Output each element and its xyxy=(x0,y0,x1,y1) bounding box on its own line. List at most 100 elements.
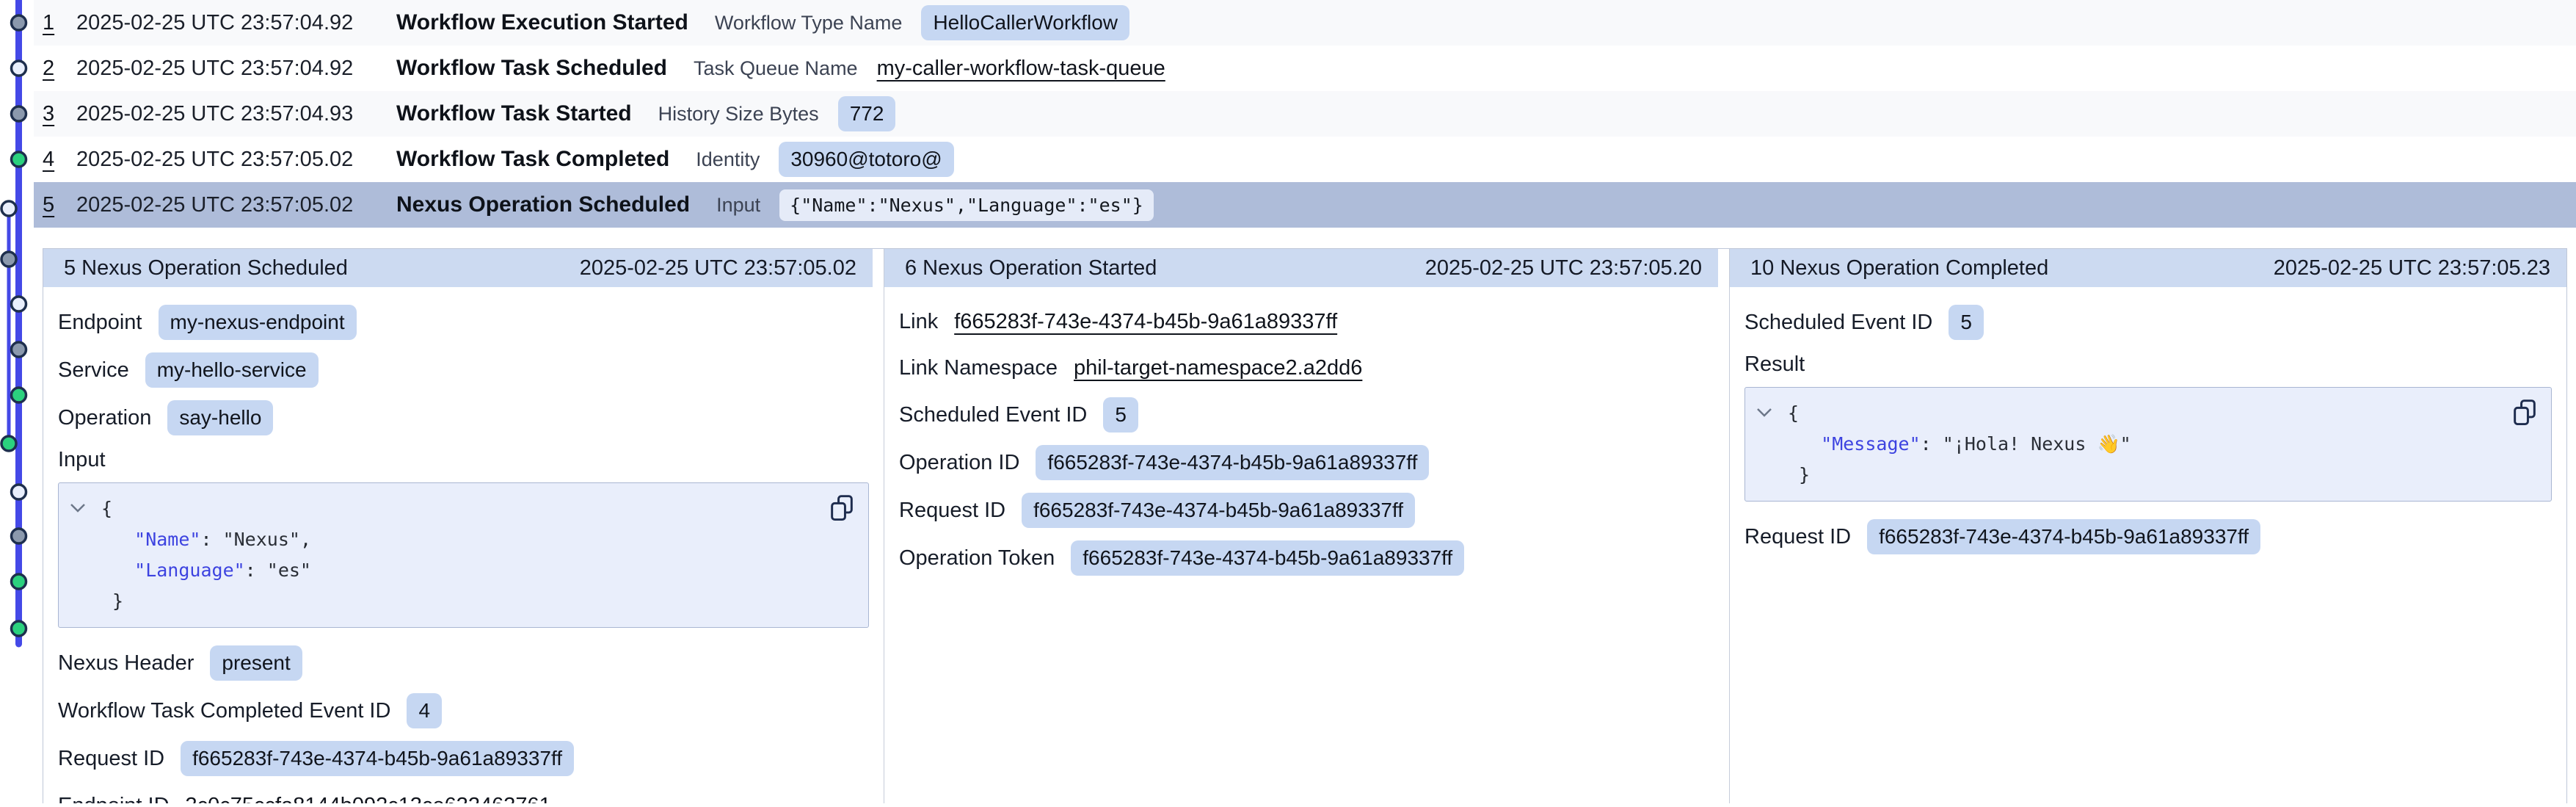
field-label: Nexus Header xyxy=(58,651,194,676)
task-queue-link[interactable]: my-caller-workflow-task-queue xyxy=(877,57,1165,81)
field-label: Operation Token xyxy=(899,546,1055,571)
field-wft-completed-event-id: Workflow Task Completed Event ID 4 xyxy=(58,693,869,728)
field-label: Scheduled Event ID xyxy=(899,403,1087,427)
field-value-badge: f665283f-743e-4374-b45b-9a61a89337ff xyxy=(1071,540,1464,576)
json-content: { "Name": "Nexus", "Language": "es" } xyxy=(101,493,854,617)
chevron-down-icon[interactable] xyxy=(1755,407,1773,418)
field-nexus-header: Nexus Header present xyxy=(58,645,869,681)
panel-title: 10 Nexus Operation Completed xyxy=(1750,256,2048,281)
copy-icon xyxy=(829,493,855,523)
field-label: Request ID xyxy=(1744,525,1851,549)
event-id-link[interactable]: 3 xyxy=(43,102,76,126)
event-id-link[interactable]: 5 xyxy=(43,193,76,217)
chevron-down-icon[interactable] xyxy=(69,502,87,513)
copy-icon xyxy=(2511,398,2538,427)
event-timestamp: 2025-02-25 UTC 23:57:04.92 xyxy=(76,57,396,81)
panel-body: Endpoint my-nexus-endpoint Service my-he… xyxy=(43,287,884,803)
field-label: Scheduled Event ID xyxy=(1744,311,1932,335)
field-label: Operation ID xyxy=(899,451,1019,475)
field-request-id: Request ID f665283f-743e-4374-b45b-9a61a… xyxy=(899,493,1714,528)
field-label: Result xyxy=(1744,352,1805,376)
event-name: Workflow Task Completed xyxy=(396,147,669,172)
panel-title: 5 Nexus Operation Scheduled xyxy=(64,256,348,281)
panel-nexus-operation-scheduled: 5 Nexus Operation Scheduled 2025-02-25 U… xyxy=(43,249,884,803)
field-value-badge: say-hello xyxy=(167,400,273,435)
field-value-badge: my-nexus-endpoint xyxy=(159,305,357,340)
json-content: { "Message": "¡Hola! Nexus 👋" } xyxy=(1788,398,2536,491)
event-history-table: 1 2025-02-25 UTC 23:57:04.92 Workflow Ex… xyxy=(0,0,2576,228)
event-timestamp: 2025-02-25 UTC 23:57:05.02 xyxy=(76,148,396,172)
field-service: Service my-hello-service xyxy=(58,352,869,388)
event-row-3[interactable]: 3 2025-02-25 UTC 23:57:04.93 Workflow Ta… xyxy=(34,91,2576,137)
history-size-badge: 772 xyxy=(838,96,896,131)
field-label: Service xyxy=(58,358,129,383)
panel-timestamp: 2025-02-25 UTC 23:57:05.20 xyxy=(1425,256,1702,281)
event-detail-label: Input xyxy=(716,194,760,217)
field-input: Input { "Name": "Nexus", "Language": "es… xyxy=(58,448,869,628)
field-scheduled-event-id: Scheduled Event ID 5 xyxy=(1744,305,2552,340)
field-value-badge: 5 xyxy=(1103,397,1138,433)
panel-body: Scheduled Event ID 5 Result { "Message":… xyxy=(1730,287,2566,554)
field-scheduled-event-id: Scheduled Event ID 5 xyxy=(899,397,1714,433)
field-value-badge: f665283f-743e-4374-b45b-9a61a89337ff xyxy=(181,741,574,776)
panel-header: 10 Nexus Operation Completed 2025-02-25 … xyxy=(1730,249,2566,287)
field-label: Request ID xyxy=(899,499,1005,523)
event-name: Nexus Operation Scheduled xyxy=(396,192,690,217)
field-label: Link Namespace xyxy=(899,356,1058,380)
copy-button[interactable] xyxy=(2508,395,2541,430)
endpoint-id-link[interactable]: 3c0c75ccfa8144b092c13ce632463761 xyxy=(186,794,551,804)
field-endpoint: Endpoint my-nexus-endpoint xyxy=(58,305,869,340)
event-row-2[interactable]: 2 2025-02-25 UTC 23:57:04.92 Workflow Ta… xyxy=(34,46,2576,91)
panel-timestamp: 2025-02-25 UTC 23:57:05.23 xyxy=(2274,256,2550,281)
panel-timestamp: 2025-02-25 UTC 23:57:05.02 xyxy=(580,256,856,281)
event-detail-label: Identity xyxy=(696,148,760,171)
event-id-link[interactable]: 4 xyxy=(43,148,76,172)
panel-nexus-operation-completed: 10 Nexus Operation Completed 2025-02-25 … xyxy=(1730,249,2566,803)
field-label: Input xyxy=(58,448,106,471)
event-detail-label: Workflow Type Name xyxy=(715,12,903,35)
panel-title: 6 Nexus Operation Started xyxy=(905,256,1157,281)
event-row-1[interactable]: 1 2025-02-25 UTC 23:57:04.92 Workflow Ex… xyxy=(34,0,2576,46)
field-operation-id: Operation ID f665283f-743e-4374-b45b-9a6… xyxy=(899,445,1714,480)
field-label: Workflow Task Completed Event ID xyxy=(58,699,390,723)
input-json-badge: {"Name":"Nexus","Language":"es"} xyxy=(779,189,1154,221)
field-result: Result { "Message": "¡Hola! Nexus 👋" } xyxy=(1744,352,2552,502)
field-operation: Operation say-hello xyxy=(58,400,869,435)
field-request-id: Request ID f665283f-743e-4374-b45b-9a61a… xyxy=(58,741,869,776)
panel-header: 6 Nexus Operation Started 2025-02-25 UTC… xyxy=(884,249,1718,287)
event-detail-label: History Size Bytes xyxy=(658,103,819,126)
panel-body: Link f665283f-743e-4374-b45b-9a61a89337f… xyxy=(884,287,1729,576)
field-value-badge: f665283f-743e-4374-b45b-9a61a89337ff xyxy=(1867,519,2260,554)
field-link-namespace: Link Namespace phil-target-namespace2.a2… xyxy=(899,351,1714,385)
field-value-badge: present xyxy=(210,645,302,681)
field-label: Request ID xyxy=(58,747,164,771)
event-id-link[interactable]: 1 xyxy=(43,11,76,35)
field-link: Link f665283f-743e-4374-b45b-9a61a89337f… xyxy=(899,305,1714,339)
namespace-link[interactable]: phil-target-namespace2.a2dd6 xyxy=(1074,356,1362,380)
event-timestamp: 2025-02-25 UTC 23:57:04.92 xyxy=(76,11,396,35)
field-request-id: Request ID f665283f-743e-4374-b45b-9a61a… xyxy=(1744,519,2552,554)
field-value-badge: 4 xyxy=(407,693,442,728)
field-value-badge: f665283f-743e-4374-b45b-9a61a89337ff xyxy=(1022,493,1415,528)
field-value-badge: my-hello-service xyxy=(145,352,319,388)
panel-header: 5 Nexus Operation Scheduled 2025-02-25 U… xyxy=(43,249,873,287)
event-id-link[interactable]: 2 xyxy=(43,57,76,81)
json-viewer: { "Name": "Nexus", "Language": "es" } xyxy=(58,482,869,628)
field-value-badge: f665283f-743e-4374-b45b-9a61a89337ff xyxy=(1036,445,1429,480)
event-row-5-selected[interactable]: 5 2025-02-25 UTC 23:57:05.02 Nexus Opera… xyxy=(34,182,2576,228)
event-timestamp: 2025-02-25 UTC 23:57:05.02 xyxy=(76,193,396,217)
workflow-type-badge: HelloCallerWorkflow xyxy=(921,5,1129,40)
field-endpoint-id: Endpoint ID 3c0c75ccfa8144b092c13ce63246… xyxy=(58,789,869,803)
field-label: Endpoint xyxy=(58,311,142,335)
field-label: Link xyxy=(899,310,938,334)
event-name: Workflow Execution Started xyxy=(396,10,688,35)
field-value-badge: 5 xyxy=(1949,305,1984,340)
field-label: Endpoint ID xyxy=(58,794,170,804)
event-name: Workflow Task Started xyxy=(396,101,632,126)
workflow-link[interactable]: f665283f-743e-4374-b45b-9a61a89337ff xyxy=(954,310,1337,334)
copy-button[interactable] xyxy=(826,491,858,526)
event-timestamp: 2025-02-25 UTC 23:57:04.93 xyxy=(76,102,396,126)
event-detail-label: Task Queue Name xyxy=(694,57,858,80)
event-row-4[interactable]: 4 2025-02-25 UTC 23:57:05.02 Workflow Ta… xyxy=(34,137,2576,182)
json-viewer: { "Message": "¡Hola! Nexus 👋" } xyxy=(1744,387,2552,502)
